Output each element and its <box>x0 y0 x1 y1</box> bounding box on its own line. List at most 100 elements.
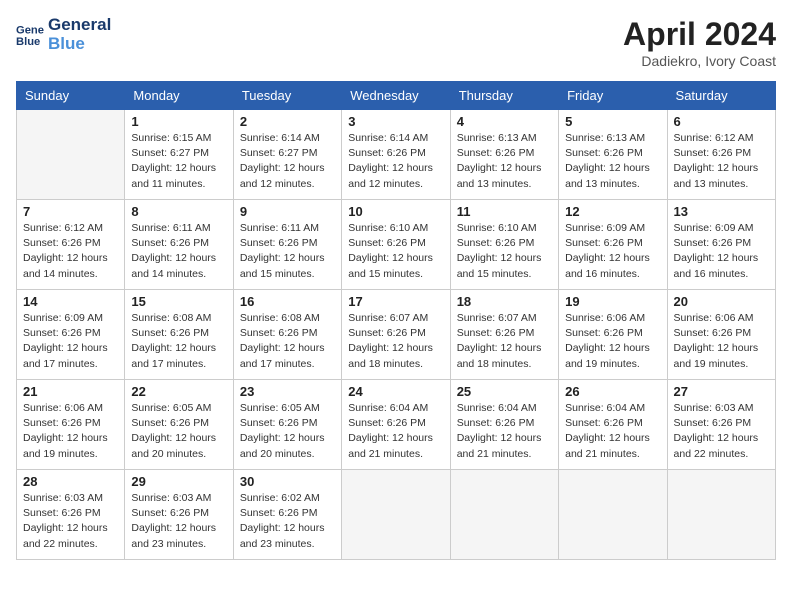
calendar-cell: 21 Sunrise: 6:06 AMSunset: 6:26 PMDayligh… <box>17 380 125 470</box>
day-number: 7 <box>23 204 118 219</box>
day-info: Sunrise: 6:02 AMSunset: 6:26 PMDaylight:… <box>240 491 335 552</box>
day-info: Sunrise: 6:09 AMSunset: 6:26 PMDaylight:… <box>674 221 769 282</box>
calendar-cell: 6Sunrise: 6:12 AMSunset: 6:26 PMDaylight… <box>667 110 775 200</box>
day-number: 21 <box>23 384 118 399</box>
day-info: Sunrise: 6:06 AMSunset: 6:26 PMDaylight:… <box>674 311 769 372</box>
day-info: Sunrise: 6:11 AMSunset: 6:26 PMDaylight:… <box>131 221 226 282</box>
day-info: Sunrise: 6:06 AMSunset: 6:26 PMDaylight:… <box>565 311 660 372</box>
day-number: 5 <box>565 114 660 129</box>
day-number: 29 <box>131 474 226 489</box>
calendar-cell: 7 Sunrise: 6:12 AMSunset: 6:26 PMDaylight… <box>17 200 125 290</box>
logo-icon: General Blue <box>16 21 44 49</box>
calendar-cell: 17Sunrise: 6:07 AMSunset: 6:26 PMDayligh… <box>342 290 450 380</box>
day-number: 9 <box>240 204 335 219</box>
day-info: Sunrise: 6:13 AMSunset: 6:26 PMDaylight:… <box>457 131 552 192</box>
day-number: 16 <box>240 294 335 309</box>
day-number: 26 <box>565 384 660 399</box>
day-info: Sunrise: 6:08 AMSunset: 6:26 PMDaylight:… <box>131 311 226 372</box>
weekday-header-thursday: Thursday <box>450 82 558 110</box>
day-number: 19 <box>565 294 660 309</box>
weekday-header-wednesday: Wednesday <box>342 82 450 110</box>
day-info: Sunrise: 6:06 AMSunset: 6:26 PMDaylight:… <box>23 401 118 462</box>
calendar-cell: 5 Sunrise: 6:13 AMSunset: 6:26 PMDaylight… <box>559 110 667 200</box>
logo-line1: General <box>48 16 111 35</box>
day-number: 22 <box>131 384 226 399</box>
calendar-cell: 11Sunrise: 6:10 AMSunset: 6:26 PMDayligh… <box>450 200 558 290</box>
day-number: 13 <box>674 204 769 219</box>
day-number: 15 <box>131 294 226 309</box>
day-info: Sunrise: 6:07 AMSunset: 6:26 PMDaylight:… <box>457 311 552 372</box>
day-number: 24 <box>348 384 443 399</box>
logo-line2: Blue <box>48 35 111 54</box>
calendar-cell <box>450 470 558 560</box>
day-number: 1 <box>131 114 226 129</box>
calendar-cell: 26 Sunrise: 6:04 AMSunset: 6:26 PMDayligh… <box>559 380 667 470</box>
day-number: 11 <box>457 204 552 219</box>
title-block: April 2024 Dadiekro, Ivory Coast <box>623 16 776 69</box>
calendar-cell: 22 Sunrise: 6:05 AMSunset: 6:26 PMDayligh… <box>125 380 233 470</box>
calendar-cell: 30 Sunrise: 6:02 AMSunset: 6:26 PMDayligh… <box>233 470 341 560</box>
calendar-cell: 28Sunrise: 6:03 AMSunset: 6:26 PMDayligh… <box>17 470 125 560</box>
day-info: Sunrise: 6:05 AMSunset: 6:26 PMDaylight:… <box>240 401 335 462</box>
calendar-cell: 16 Sunrise: 6:08 AMSunset: 6:26 PMDayligh… <box>233 290 341 380</box>
calendar-cell: 29 Sunrise: 6:03 AMSunset: 6:26 PMDayligh… <box>125 470 233 560</box>
calendar-cell: 1 Sunrise: 6:15 AMSunset: 6:27 PMDaylight… <box>125 110 233 200</box>
calendar-cell: 15 Sunrise: 6:08 AMSunset: 6:26 PMDayligh… <box>125 290 233 380</box>
day-number: 10 <box>348 204 443 219</box>
calendar-cell <box>667 470 775 560</box>
day-info: Sunrise: 6:13 AMSunset: 6:26 PMDaylight:… <box>565 131 660 192</box>
calendar-cell: 23 Sunrise: 6:05 AMSunset: 6:26 PMDayligh… <box>233 380 341 470</box>
calendar-cell: 27Sunrise: 6:03 AMSunset: 6:26 PMDayligh… <box>667 380 775 470</box>
day-info: Sunrise: 6:03 AMSunset: 6:26 PMDaylight:… <box>131 491 226 552</box>
calendar-cell: 4 Sunrise: 6:13 AMSunset: 6:26 PMDaylight… <box>450 110 558 200</box>
logo: General Blue General Blue <box>16 16 111 53</box>
day-number: 30 <box>240 474 335 489</box>
day-info: Sunrise: 6:09 AMSunset: 6:26 PMDaylight:… <box>565 221 660 282</box>
day-number: 6 <box>674 114 769 129</box>
day-number: 27 <box>674 384 769 399</box>
svg-text:General: General <box>16 24 44 36</box>
day-info: Sunrise: 6:04 AMSunset: 6:26 PMDaylight:… <box>457 401 552 462</box>
day-number: 2 <box>240 114 335 129</box>
day-info: Sunrise: 6:10 AMSunset: 6:26 PMDaylight:… <box>348 221 443 282</box>
page-header: General Blue General Blue April 2024 Dad… <box>16 16 776 69</box>
day-number: 28 <box>23 474 118 489</box>
day-number: 8 <box>131 204 226 219</box>
day-number: 23 <box>240 384 335 399</box>
calendar-cell: 3Sunrise: 6:14 AMSunset: 6:26 PMDaylight… <box>342 110 450 200</box>
calendar-cell: 25 Sunrise: 6:04 AMSunset: 6:26 PMDayligh… <box>450 380 558 470</box>
weekday-header-saturday: Saturday <box>667 82 775 110</box>
day-info: Sunrise: 6:15 AMSunset: 6:27 PMDaylight:… <box>131 131 226 192</box>
weekday-header-sunday: Sunday <box>17 82 125 110</box>
calendar-cell: 8 Sunrise: 6:11 AMSunset: 6:26 PMDaylight… <box>125 200 233 290</box>
day-info: Sunrise: 6:04 AMSunset: 6:26 PMDaylight:… <box>348 401 443 462</box>
day-info: Sunrise: 6:04 AMSunset: 6:26 PMDaylight:… <box>565 401 660 462</box>
calendar-cell: 19 Sunrise: 6:06 AMSunset: 6:26 PMDayligh… <box>559 290 667 380</box>
day-number: 14 <box>23 294 118 309</box>
calendar-cell: 14 Sunrise: 6:09 AMSunset: 6:26 PMDayligh… <box>17 290 125 380</box>
day-info: Sunrise: 6:09 AMSunset: 6:26 PMDaylight:… <box>23 311 118 372</box>
calendar-cell: 13 Sunrise: 6:09 AMSunset: 6:26 PMDayligh… <box>667 200 775 290</box>
location-label: Dadiekro, Ivory Coast <box>623 53 776 69</box>
calendar-cell: 10 Sunrise: 6:10 AMSunset: 6:26 PMDayligh… <box>342 200 450 290</box>
day-number: 25 <box>457 384 552 399</box>
day-number: 20 <box>674 294 769 309</box>
day-number: 4 <box>457 114 552 129</box>
calendar-cell: 2 Sunrise: 6:14 AMSunset: 6:27 PMDaylight… <box>233 110 341 200</box>
day-number: 3 <box>348 114 443 129</box>
calendar-cell: 18Sunrise: 6:07 AMSunset: 6:26 PMDayligh… <box>450 290 558 380</box>
calendar-cell <box>342 470 450 560</box>
calendar-cell: 9Sunrise: 6:11 AMSunset: 6:26 PMDaylight… <box>233 200 341 290</box>
weekday-header-monday: Monday <box>125 82 233 110</box>
day-info: Sunrise: 6:07 AMSunset: 6:26 PMDaylight:… <box>348 311 443 372</box>
weekday-header-tuesday: Tuesday <box>233 82 341 110</box>
weekday-header-friday: Friday <box>559 82 667 110</box>
month-year-title: April 2024 <box>623 16 776 53</box>
day-number: 12 <box>565 204 660 219</box>
day-info: Sunrise: 6:05 AMSunset: 6:26 PMDaylight:… <box>131 401 226 462</box>
day-info: Sunrise: 6:12 AMSunset: 6:26 PMDaylight:… <box>23 221 118 282</box>
day-info: Sunrise: 6:14 AMSunset: 6:27 PMDaylight:… <box>240 131 335 192</box>
day-info: Sunrise: 6:08 AMSunset: 6:26 PMDaylight:… <box>240 311 335 372</box>
calendar-cell: 12 Sunrise: 6:09 AMSunset: 6:26 PMDayligh… <box>559 200 667 290</box>
svg-text:Blue: Blue <box>16 35 40 47</box>
